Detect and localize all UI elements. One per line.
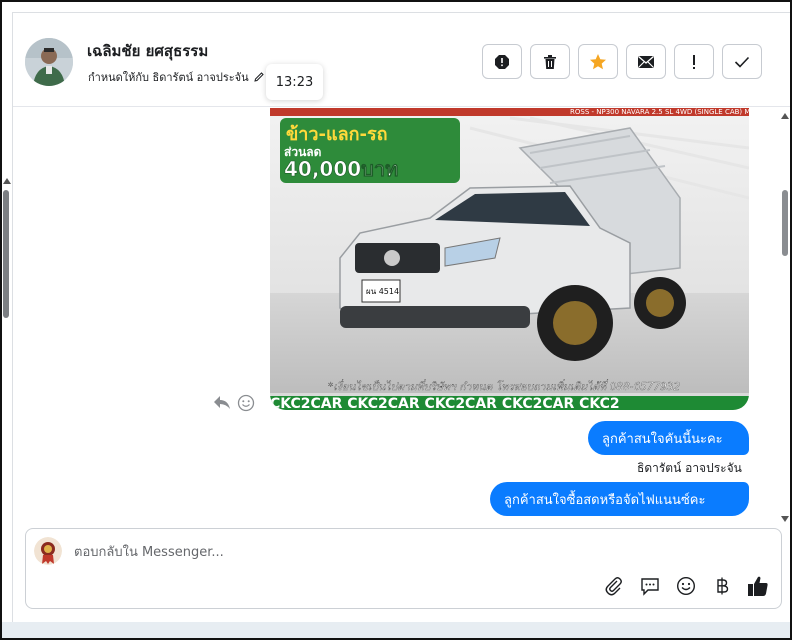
car-photo-attachment[interactable]: ROSS - NP300 NAVARA 2.5 SL 4WD (SINGLE C…	[270, 108, 749, 410]
paperclip-icon	[605, 577, 622, 596]
reply-input[interactable]	[74, 541, 764, 563]
promo-banner: ข้าว-แลก-รถ ส่วนลด 40,000บาท	[280, 118, 460, 183]
star-button[interactable]	[578, 44, 618, 79]
baht-icon	[717, 577, 729, 595]
spam-button[interactable]	[482, 44, 522, 79]
payment-button[interactable]	[711, 575, 733, 597]
disclaimer-text: *เงื่อนไขเป็นไปตามที่บริษัทฯ กำหนด โทรสอ…	[328, 379, 681, 393]
like-button[interactable]	[747, 575, 769, 597]
reply-composer	[25, 528, 782, 609]
left-scrollbar-thumb[interactable]	[3, 190, 9, 318]
svg-text:ข้าว-แลก-รถ: ข้าว-แลก-รถ	[286, 124, 388, 145]
message-bubble[interactable]: ลูกค้าสนใจคันนี้นะคะ	[588, 421, 749, 455]
check-icon	[734, 56, 750, 68]
timestamp-tooltip: 13:23	[266, 64, 323, 100]
page-avatar	[34, 537, 62, 565]
spam-icon	[495, 54, 509, 69]
message-text: ลูกค้าสนใจซื้อสดหรือจัดไฟแนนซ์คะ	[504, 492, 706, 508]
scrollbar-thumb[interactable]	[782, 190, 788, 256]
exclamation-icon	[693, 54, 695, 69]
ticker-text: CKC2CAR CKC2CAR CKC2CAR CKC2CAR CKC2	[270, 396, 620, 410]
follow-up-button[interactable]	[674, 44, 714, 79]
star-icon	[590, 53, 606, 69]
tooltip-time: 13:23	[275, 74, 314, 90]
thumbs-up-icon	[748, 576, 768, 596]
mail-button[interactable]	[626, 44, 666, 79]
license-plate: ผน 4514	[366, 287, 399, 296]
smiley-icon	[676, 576, 696, 596]
done-button[interactable]	[722, 44, 762, 79]
delete-button[interactable]	[530, 44, 570, 79]
bottom-strip	[2, 622, 790, 638]
composer-toolbar	[603, 575, 769, 597]
scroll-up-arrow[interactable]	[781, 113, 789, 119]
assigned-label: กำหนดให้กับ ธิดารัตน์ อาจประจัน	[88, 71, 249, 84]
sender-name: ธิดารัตน์ อาจประจัน	[637, 461, 742, 475]
pencil-icon[interactable]	[253, 71, 265, 83]
react-icon[interactable]	[237, 394, 255, 412]
saved-replies-button[interactable]	[639, 575, 661, 597]
top-caption: ROSS - NP300 NAVARA 2.5 SL 4WD (SINGLE C…	[570, 108, 749, 116]
svg-text:40,000บาท: 40,000บาท	[284, 157, 398, 181]
emoji-button[interactable]	[675, 575, 697, 597]
scroll-down-arrow[interactable]	[781, 516, 789, 522]
mail-icon	[638, 55, 654, 68]
message-bubble[interactable]: ลูกค้าสนใจซื้อสดหรือจัดไฟแนนซ์คะ	[490, 482, 749, 516]
attach-button[interactable]	[603, 575, 625, 597]
conversation-header: เฉลิมชัย ยศสุธรรม กำหนดให้กับ ธิดารัตน์ …	[13, 13, 790, 107]
assignment-row[interactable]: กำหนดให้กับ ธิดารัตน์ อาจประจัน	[88, 68, 265, 86]
contact-name: เฉลิมชัย ยศสุธรรม	[87, 42, 209, 60]
message-text: ลูกค้าสนใจคันนี้นะคะ	[602, 431, 723, 447]
contact-avatar[interactable]	[25, 38, 73, 86]
scroll-up-arrow-left[interactable]	[3, 178, 11, 184]
chat-bubble-icon	[641, 578, 659, 596]
trash-icon	[544, 54, 556, 69]
reply-icon[interactable]	[213, 394, 231, 410]
header-actions	[482, 44, 762, 79]
